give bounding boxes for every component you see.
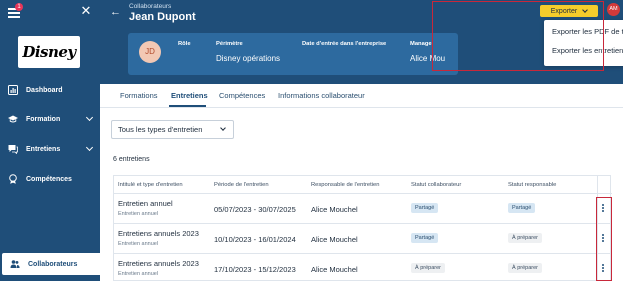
interview-type-select[interactable]: Tous les types d'entretien bbox=[111, 120, 234, 139]
table-row[interactable]: Entretiens annuels 2023 Entretien annuel… bbox=[114, 253, 612, 281]
tab-entretiens[interactable]: Entretiens bbox=[171, 91, 208, 100]
employee-info-card: JD Rôle Périmètre Disney opérations Date… bbox=[128, 33, 458, 75]
logo-text: Disney bbox=[22, 43, 76, 61]
column-header-status-collab[interactable]: Statut collaborateur bbox=[411, 182, 461, 188]
breadcrumb[interactable]: Collaborateurs bbox=[129, 3, 171, 10]
sidebar: 1 ✕ Disney Dashboard Formation Entretien… bbox=[0, 0, 100, 281]
interview-type-select-value: Tous les types d'entretien bbox=[118, 125, 203, 134]
row-period: 10/10/2023 - 16/01/2024 bbox=[214, 235, 296, 244]
info-value-perimetre: Disney opérations bbox=[216, 54, 281, 63]
status-badge: À préparer bbox=[508, 233, 542, 243]
main-content: Tous les types d'entretien 6 entretiens … bbox=[100, 108, 623, 281]
chevron-down-icon bbox=[85, 113, 94, 122]
sidebar-item-label: Formation bbox=[26, 115, 61, 123]
column-header-manager[interactable]: Responsable de l'entretien bbox=[311, 182, 379, 188]
row-title: Entretiens annuels 2023 bbox=[118, 259, 199, 268]
tab-formations[interactable]: Formations bbox=[120, 91, 158, 100]
sidebar-item-label: Dashboard bbox=[26, 86, 63, 94]
column-header-status-resp[interactable]: Statut responsable bbox=[508, 182, 556, 188]
table-row[interactable]: Entretien annuel Entretien annuel 05/07/… bbox=[114, 193, 612, 223]
row-title: Entretien annuel bbox=[118, 199, 173, 208]
row-manager: Alice Mouchel bbox=[311, 265, 358, 274]
interviews-table: Intitulé et type d'entretien Période de … bbox=[113, 175, 612, 281]
sidebar-item-collaborateurs[interactable]: Collaborateurs bbox=[2, 253, 100, 275]
status-badge: À préparer bbox=[411, 263, 445, 273]
status-badge: Partagé bbox=[411, 203, 439, 213]
notification-badge: 1 bbox=[15, 3, 23, 11]
app: 1 ✕ Disney Dashboard Formation Entretien… bbox=[0, 0, 623, 281]
info-label-role: Rôle bbox=[178, 41, 191, 47]
tab-competences[interactable]: Compétences bbox=[219, 91, 265, 100]
dashboard-icon bbox=[8, 85, 18, 95]
row-period: 05/07/2023 - 30/07/2025 bbox=[214, 205, 296, 214]
row-manager: Alice Mouchel bbox=[311, 205, 358, 214]
highlight-box bbox=[432, 1, 604, 71]
sidebar-item-entretiens[interactable]: Entretiens bbox=[0, 138, 100, 160]
back-arrow-icon[interactable]: ← bbox=[110, 6, 121, 18]
people-icon bbox=[10, 260, 20, 268]
page-title: Jean Dupont bbox=[129, 11, 196, 23]
status-badge: Partagé bbox=[508, 203, 536, 213]
column-header-title[interactable]: Intitulé et type d'entretien bbox=[118, 182, 183, 188]
table-row[interactable]: Entretiens annuels 2023 Entretien annuel… bbox=[114, 223, 612, 253]
chevron-down-icon bbox=[85, 143, 94, 152]
sidebar-item-label: Compétences bbox=[26, 175, 72, 183]
highlight-box bbox=[596, 197, 612, 281]
row-period: 17/10/2023 - 15/12/2023 bbox=[214, 265, 296, 274]
badge-icon bbox=[9, 174, 17, 184]
result-count: 6 entretiens bbox=[113, 156, 150, 163]
info-label-perimetre: Périmètre bbox=[216, 41, 243, 47]
sidebar-item-formation[interactable]: Formation bbox=[0, 108, 100, 130]
column-header-period[interactable]: Période de l'entretien bbox=[214, 182, 269, 188]
active-tab-indicator bbox=[169, 105, 206, 107]
close-icon[interactable]: ✕ bbox=[80, 4, 92, 17]
row-manager: Alice Mouchel bbox=[311, 235, 358, 244]
chat-icon bbox=[8, 145, 18, 154]
status-badge: Partagé bbox=[411, 233, 439, 243]
info-label-date-entree: Date d'entrée dans l'entreprise bbox=[302, 41, 387, 47]
row-title: Entretiens annuels 2023 bbox=[118, 229, 199, 238]
chevron-down-icon bbox=[220, 125, 226, 131]
user-avatar[interactable]: AM bbox=[607, 3, 620, 16]
row-type: Entretien annuel bbox=[118, 211, 159, 217]
row-type: Entretien annuel bbox=[118, 241, 159, 247]
status-badge: À préparer bbox=[508, 263, 542, 273]
sidebar-item-dashboard[interactable]: Dashboard bbox=[0, 79, 100, 101]
tab-informations-collaborateur[interactable]: Informations collaborateur bbox=[278, 91, 365, 100]
profile-header: ← Collaborateurs Jean Dupont JD Rôle Pér… bbox=[100, 0, 623, 84]
tab-bar: Formations Entretiens Compétences Inform… bbox=[100, 84, 623, 108]
logo: Disney bbox=[18, 36, 80, 68]
sidebar-item-competences[interactable]: Compétences bbox=[0, 168, 100, 190]
sidebar-item-label: Collaborateurs bbox=[28, 260, 78, 268]
avatar: JD bbox=[139, 41, 161, 63]
row-type: Entretien annuel bbox=[118, 271, 159, 277]
sidebar-item-label: Entretiens bbox=[26, 145, 61, 153]
graduation-cap-icon bbox=[8, 115, 18, 123]
info-label-manager: Manage bbox=[410, 41, 432, 47]
